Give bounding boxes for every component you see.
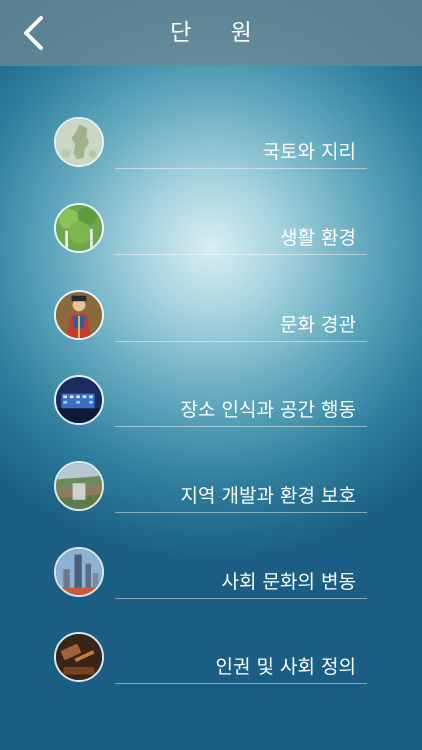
city-skyline-thumbnail: [54, 547, 104, 597]
judge-gavel-thumbnail: [54, 632, 104, 682]
unit-item-2[interactable]: 생활 환경: [0, 203, 422, 267]
unit-label: 문화 경관: [280, 314, 356, 336]
divider-line: [115, 598, 367, 599]
unit-label: 지역 개발과 환경 보호: [180, 485, 356, 507]
korea-map-thumbnail: [54, 117, 104, 167]
divider-line: [115, 512, 367, 513]
unit-label: 국토와 지리: [262, 141, 356, 163]
city-night-building-thumbnail: [54, 375, 104, 425]
divider-line: [115, 341, 367, 342]
divider-line: [115, 683, 367, 684]
unit-label: 인권 및 사회 정의: [215, 656, 356, 678]
unit-item-4[interactable]: 장소 인식과 공간 행동: [0, 375, 422, 439]
unit-item-7[interactable]: 인권 및 사회 정의: [0, 632, 422, 696]
unit-label: 생활 환경: [280, 227, 356, 249]
unit-item-6[interactable]: 사회 문화의 변동: [0, 547, 422, 611]
unit-item-1[interactable]: 국토와 지리: [0, 117, 422, 181]
divider-line: [115, 168, 367, 169]
traditional-costume-thumbnail: [54, 290, 104, 340]
unit-item-3[interactable]: 문화 경관: [0, 290, 422, 354]
unit-list: 국토와 지리 생활 환경 문화 경관 장소 인식과 공간 행동 지역 개발과 환…: [0, 0, 422, 750]
divider-line: [115, 426, 367, 427]
divider-line: [115, 254, 367, 255]
unit-label: 장소 인식과 공간 행동: [180, 399, 356, 421]
terraced-landscape-thumbnail: [54, 461, 104, 511]
unit-label: 사회 문화의 변동: [221, 571, 356, 593]
unit-item-5[interactable]: 지역 개발과 환경 보호: [0, 461, 422, 525]
green-trees-thumbnail: [54, 203, 104, 253]
